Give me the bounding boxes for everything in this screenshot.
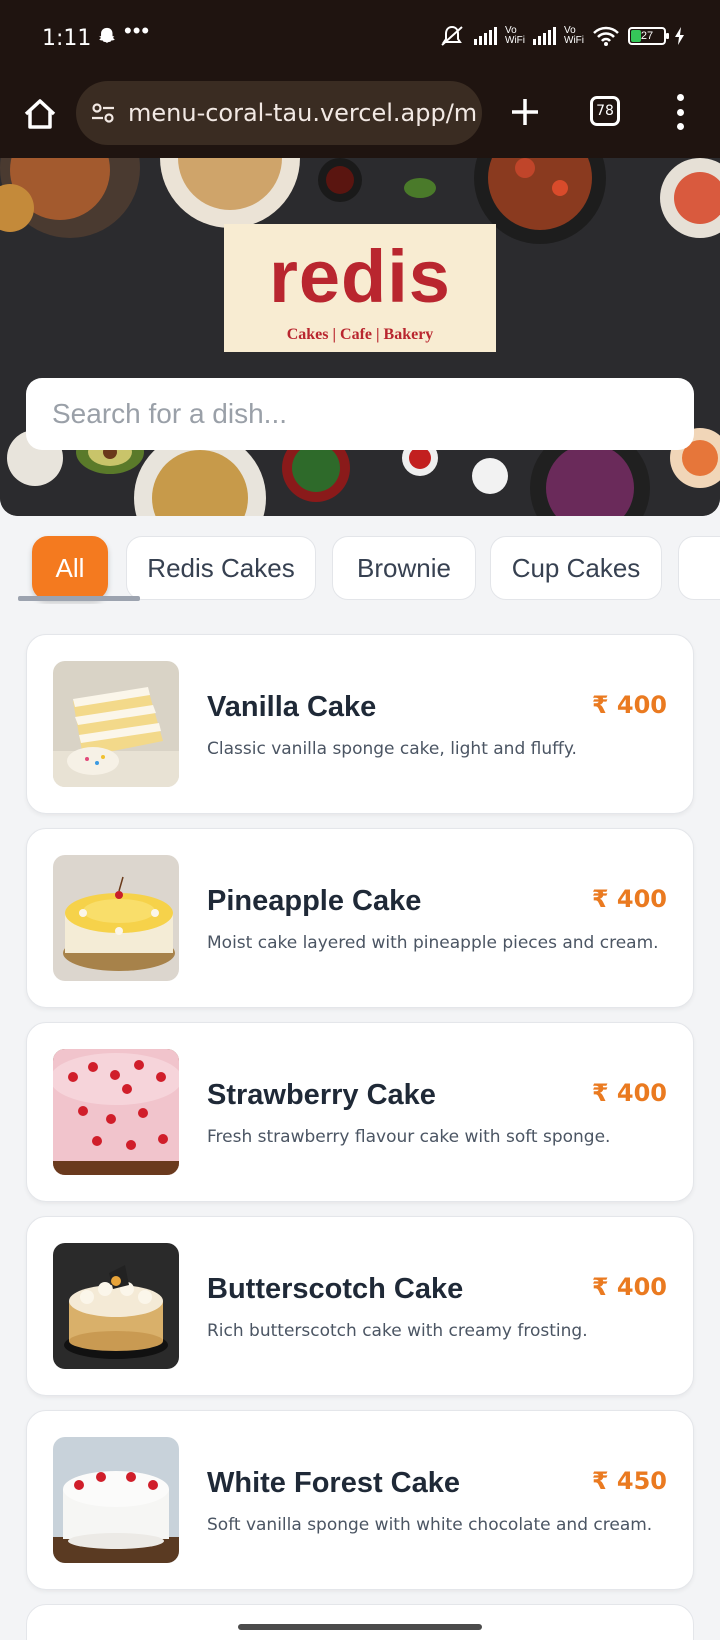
- url-text[interactable]: menu-coral-tau.vercel.app/m: [128, 99, 477, 127]
- category-tab-next[interactable]: [678, 536, 720, 600]
- browser-menu-icon[interactable]: [670, 94, 690, 130]
- new-tab-icon[interactable]: [505, 92, 545, 132]
- item-price: ₹ 400: [591, 691, 667, 719]
- menu-item-card-partial[interactable]: [26, 1604, 694, 1640]
- vowifi-2-icon: Vo WiFi: [564, 25, 584, 46]
- item-description: Classic vanilla sponge cake, light and f…: [207, 739, 577, 759]
- hero-banner: redis Cakes | Cafe | Bakery: [0, 158, 720, 516]
- logo-tagline: Cakes | Cafe | Bakery: [286, 326, 434, 343]
- item-name: Butterscotch Cake: [207, 1273, 464, 1305]
- more-notifications-icon: •••: [124, 18, 151, 43]
- item-description: Moist cake layered with pineapple pieces…: [207, 933, 659, 953]
- tab-count: 78: [596, 103, 614, 119]
- redis-logo: redis Cakes | Cafe | Bakery: [224, 224, 496, 352]
- silent-bell-icon: [441, 25, 463, 46]
- strawberry-cake-image: [53, 1049, 179, 1175]
- pineapple-cake-image: [53, 855, 179, 981]
- signal-2-icon: [533, 27, 556, 45]
- menu-item-card[interactable]: Butterscotch Cake ₹ 400 Rich butterscotc…: [26, 1216, 694, 1396]
- signal-1-icon: [474, 27, 497, 45]
- menu-item-card[interactable]: Pineapple Cake ₹ 400 Moist cake layered …: [26, 828, 694, 1008]
- item-price: ₹ 450: [591, 1467, 667, 1495]
- system-icons: Vo WiFi Vo WiFi 27: [438, 24, 686, 48]
- item-name: Strawberry Cake: [207, 1079, 436, 1111]
- search-input[interactable]: [26, 378, 694, 450]
- category-tab-redis-cakes[interactable]: Redis Cakes: [126, 536, 316, 600]
- menu-item-card[interactable]: White Forest Cake ₹ 450 Soft vanilla spo…: [26, 1410, 694, 1590]
- status-time: 1:11: [42, 26, 92, 51]
- item-name: Pineapple Cake: [207, 885, 422, 917]
- item-description: Soft vanilla sponge with white chocolate…: [207, 1515, 653, 1535]
- menu-item-card[interactable]: Vanilla Cake ₹ 400 Classic vanilla spong…: [26, 634, 694, 814]
- category-scroll-indicator: [18, 596, 140, 601]
- battery-icon: 27: [628, 27, 669, 45]
- home-indicator[interactable]: [238, 1624, 482, 1630]
- address-bar[interactable]: menu-coral-tau.vercel.app/m: [76, 81, 482, 145]
- logo-wordmark: redis: [269, 235, 451, 318]
- menu-item-card[interactable]: Strawberry Cake ₹ 400 Fresh strawberry f…: [26, 1022, 694, 1202]
- item-name: Vanilla Cake: [207, 691, 377, 723]
- white-forest-cake-image: [53, 1437, 179, 1563]
- status-bar: 1:11 ••• Vo WiFi Vo WiFi 27: [0, 0, 720, 78]
- category-tab-all[interactable]: All: [32, 536, 108, 600]
- category-tab-cup-cakes[interactable]: Cup Cakes: [490, 536, 662, 600]
- item-description: Rich butterscotch cake with creamy frost…: [207, 1321, 588, 1341]
- snapchat-icon: [99, 27, 115, 43]
- browser-toolbar: menu-coral-tau.vercel.app/m 78: [0, 78, 720, 158]
- item-price: ₹ 400: [591, 1273, 667, 1301]
- site-settings-icon[interactable]: [90, 100, 116, 126]
- wifi-icon: [593, 26, 619, 46]
- battery-level: 27: [640, 29, 654, 42]
- item-name: White Forest Cake: [207, 1467, 460, 1499]
- home-icon[interactable]: [18, 92, 62, 136]
- menu-list: Vanilla Cake ₹ 400 Classic vanilla spong…: [26, 634, 694, 1604]
- item-price: ₹ 400: [591, 885, 667, 913]
- item-description: Fresh strawberry flavour cake with soft …: [207, 1127, 611, 1147]
- tab-switcher-button[interactable]: 78: [590, 96, 620, 126]
- item-price: ₹ 400: [591, 1079, 667, 1107]
- charging-icon: [675, 27, 684, 45]
- butterscotch-cake-image: [53, 1243, 179, 1369]
- category-tabs: All Redis Cakes Brownie Cup Cakes: [0, 534, 720, 604]
- vanilla-cake-image: [53, 661, 179, 787]
- category-tab-brownie[interactable]: Brownie: [332, 536, 476, 600]
- vowifi-1-icon: Vo WiFi: [505, 25, 525, 46]
